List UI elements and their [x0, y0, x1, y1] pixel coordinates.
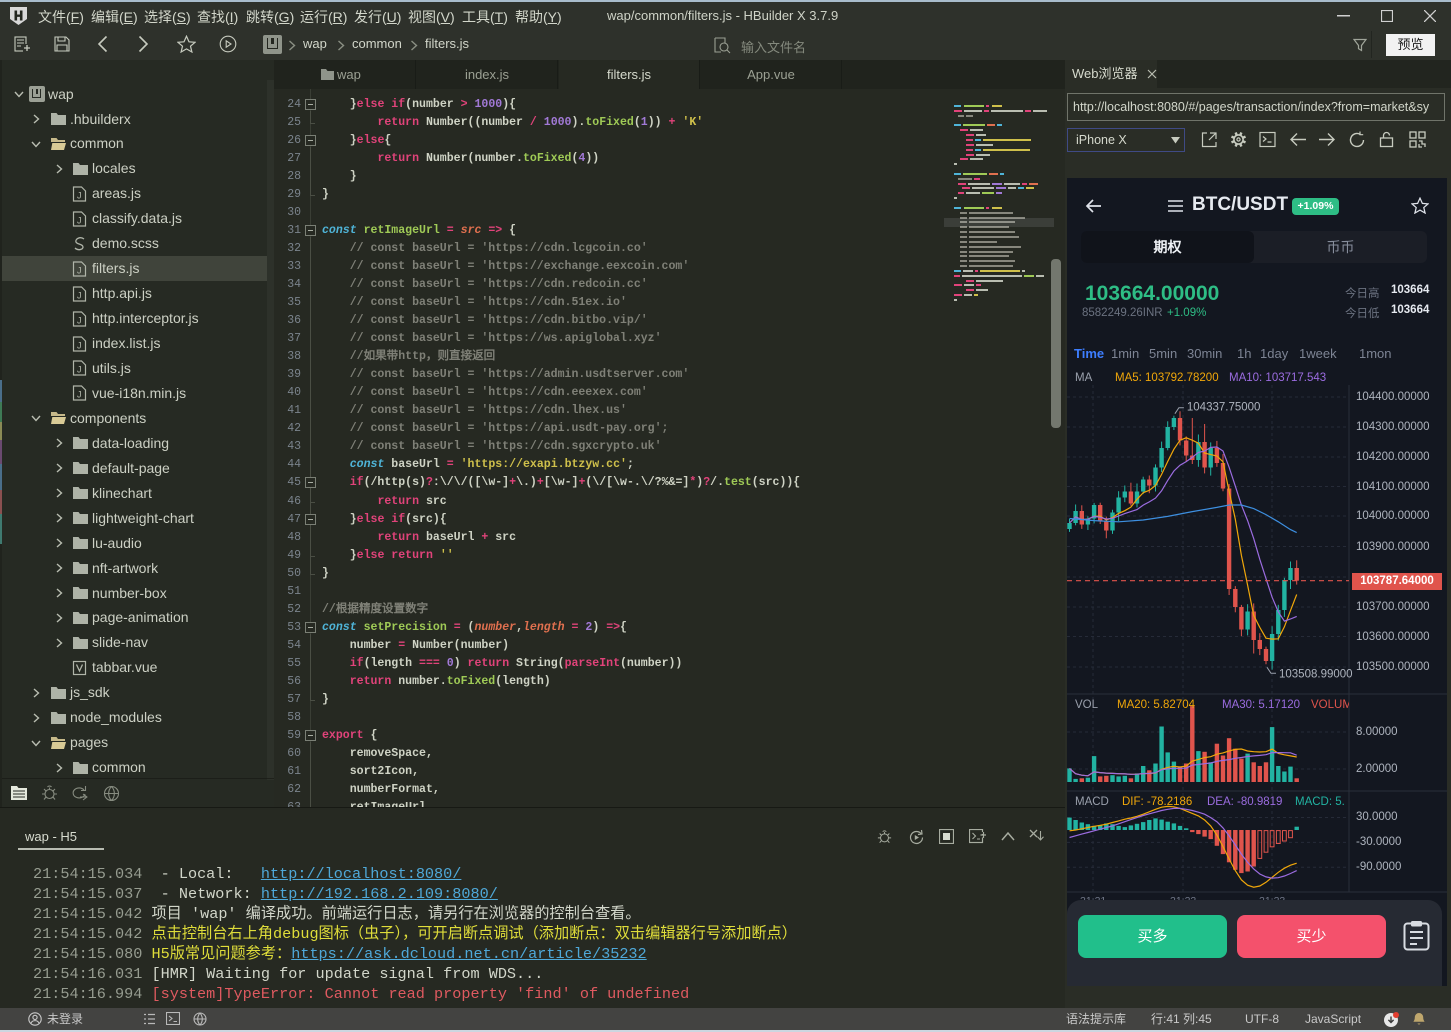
svg-text:J: J	[77, 340, 82, 350]
svg-text:103508.99000: 103508.99000	[1279, 668, 1353, 680]
svg-text:J: J	[77, 290, 82, 300]
svg-text:104337.75000: 104337.75000	[1187, 402, 1261, 414]
svg-text:J: J	[77, 315, 82, 325]
svg-text:J: J	[77, 265, 82, 275]
svg-text:J: J	[77, 190, 82, 200]
svg-text:J: J	[77, 390, 82, 400]
svg-text:J: J	[77, 365, 82, 375]
svg-text:J: J	[77, 215, 82, 225]
